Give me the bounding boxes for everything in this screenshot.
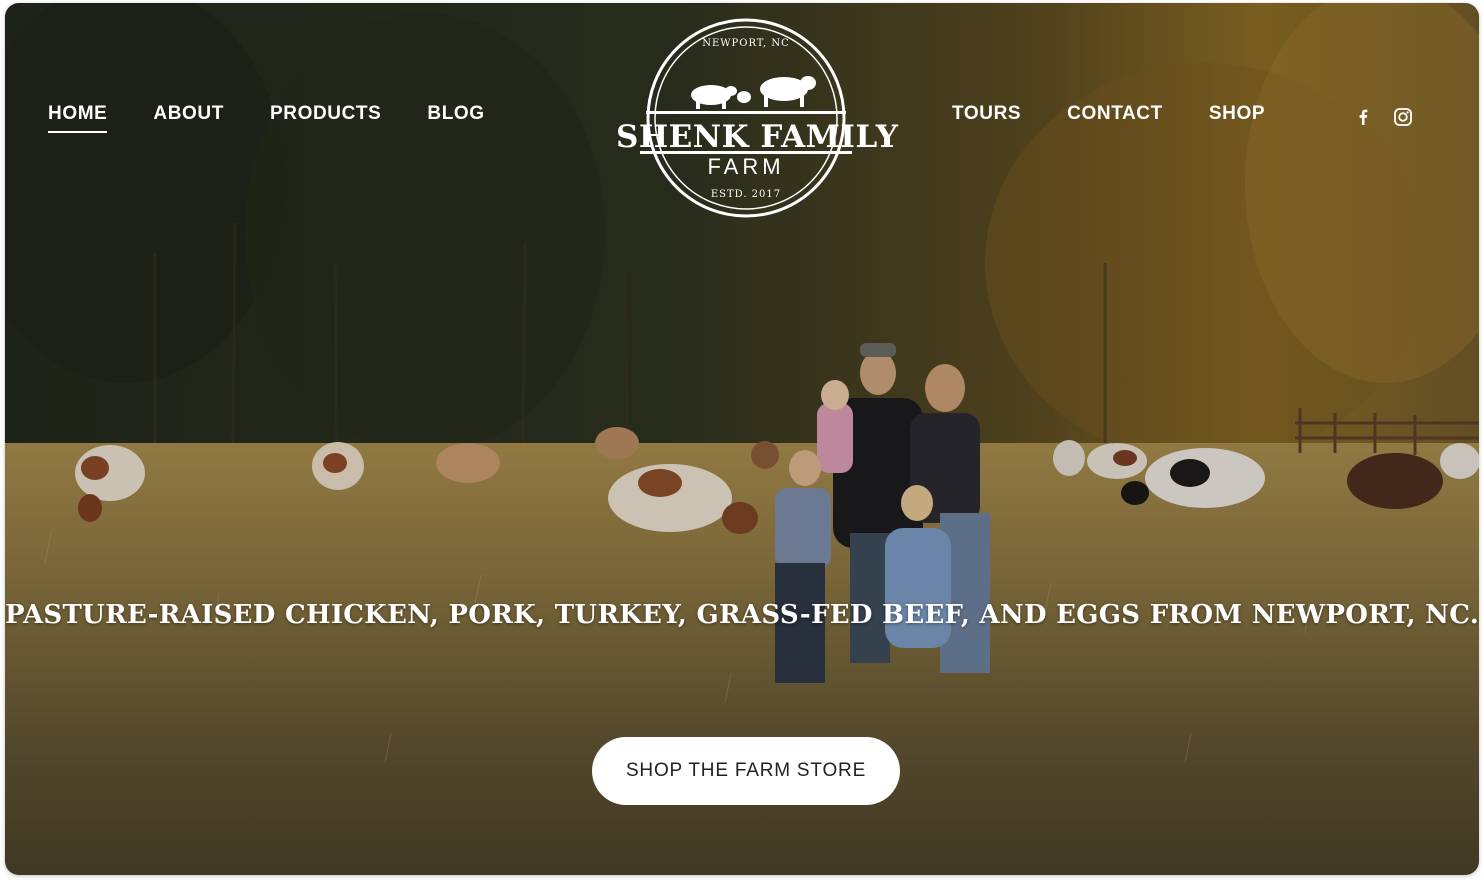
hero-tagline: PASTURE-RAISED CHICKEN, PORK, TURKEY, GR… — [5, 600, 1479, 631]
site-logo[interactable]: NEWPORT, NC SHENK FAMILY FARM ESTD. 2017 — [616, 13, 899, 223]
logo-subtitle: FARM — [707, 154, 785, 179]
logo-established-text: ESTD. 2017 — [710, 189, 782, 200]
nav-products[interactable]: PRODUCTS — [270, 103, 381, 125]
nav-home[interactable]: HOME — [48, 103, 108, 133]
social-links — [1353, 107, 1413, 127]
nav-shop[interactable]: SHOP — [1209, 103, 1265, 125]
nav-tours[interactable]: TOURS — [952, 103, 1021, 125]
primary-nav-right: TOURS CONTACT SHOP — [952, 103, 1311, 125]
logo-title: SHENK FAMILY — [616, 119, 899, 155]
nav-about[interactable]: ABOUT — [153, 103, 224, 125]
shop-farm-store-button[interactable]: SHOP THE FARM STORE — [592, 737, 900, 805]
primary-nav-left: HOME ABOUT PRODUCTS BLOG — [48, 103, 531, 133]
nav-blog[interactable]: BLOG — [427, 103, 484, 125]
facebook-icon[interactable] — [1353, 107, 1373, 127]
browser-viewport: HOME ABOUT PRODUCTS BLOG NEWPORT, NC SHE… — [5, 3, 1479, 875]
instagram-icon[interactable] — [1393, 107, 1413, 127]
nav-contact[interactable]: CONTACT — [1067, 103, 1163, 125]
logo-location-text: NEWPORT, NC — [702, 38, 790, 49]
